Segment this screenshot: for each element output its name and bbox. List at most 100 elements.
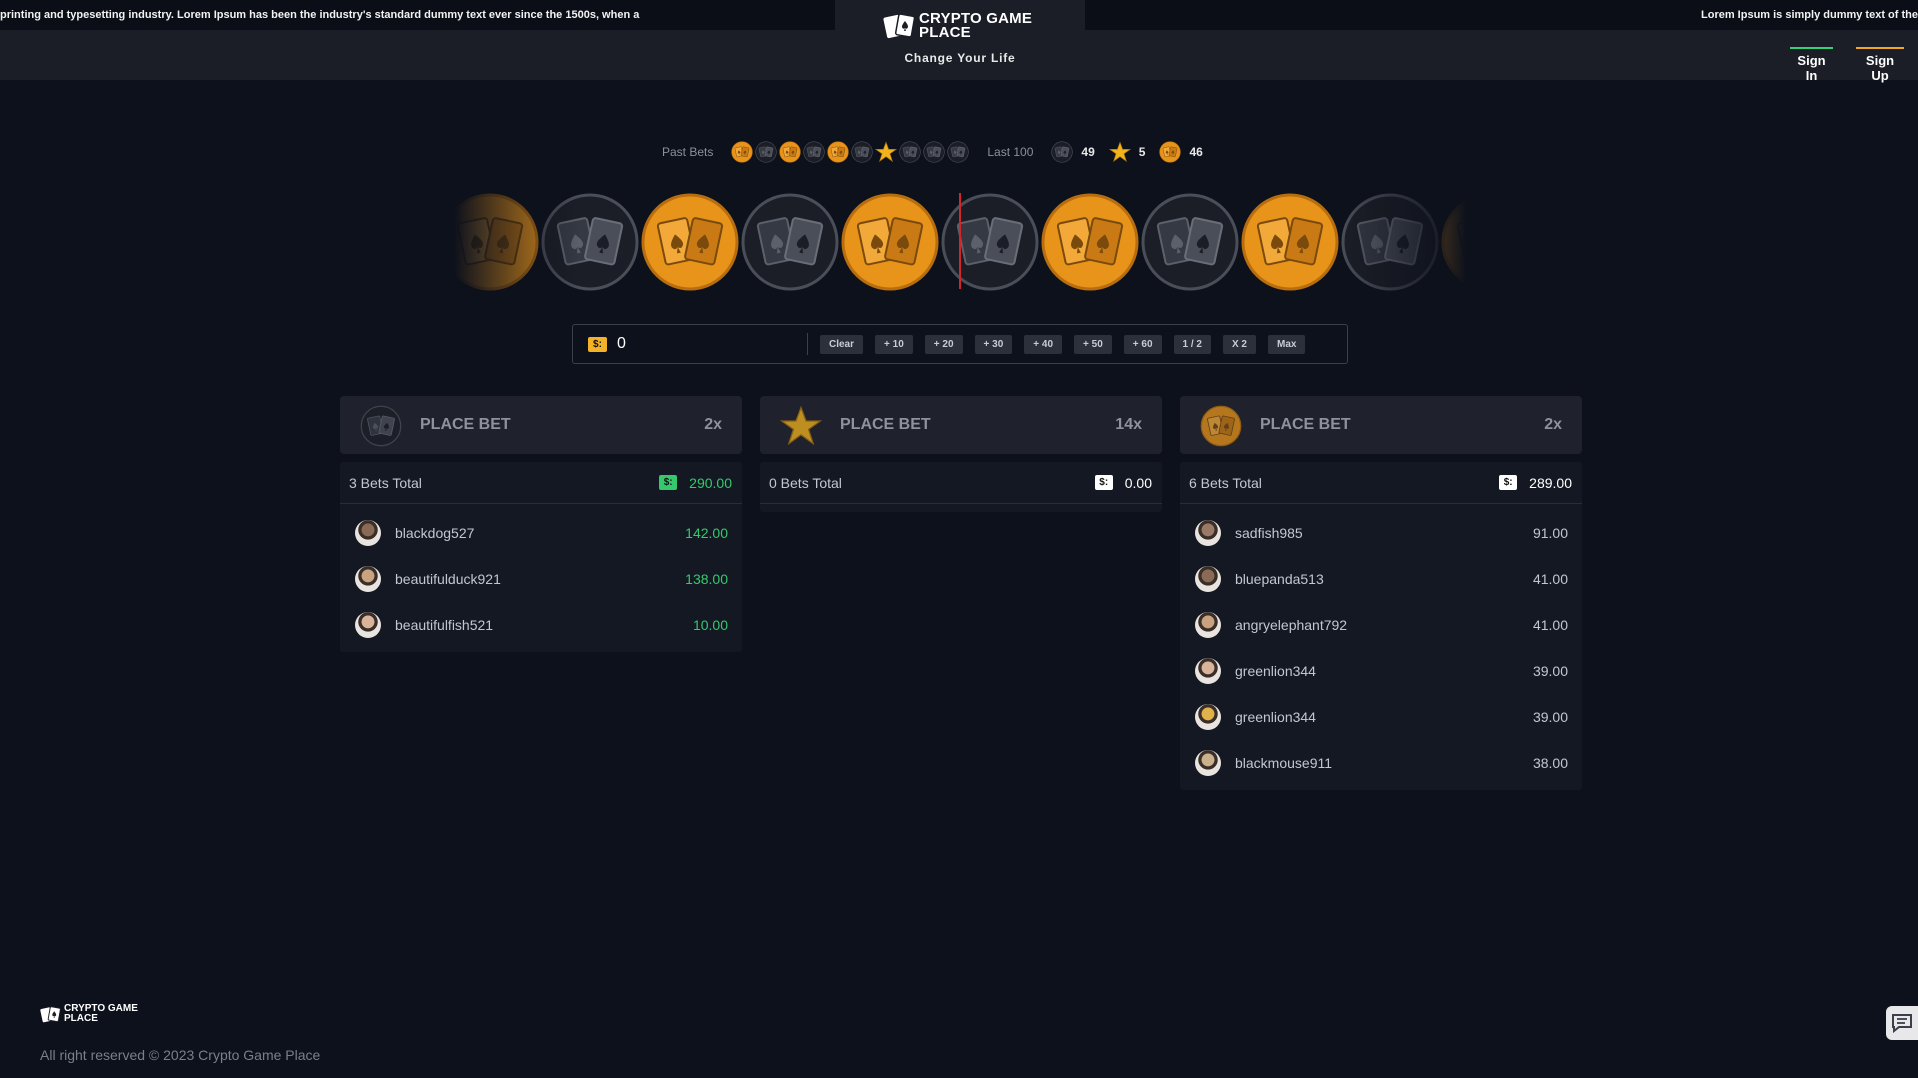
quick-amount-button[interactable]: + 30 — [974, 334, 1013, 354]
bet-row: sadfish985 91.00 — [1180, 510, 1582, 556]
dark-cards-icon — [360, 405, 402, 447]
dark-cards-icon — [947, 141, 969, 163]
gold-cards-icon — [1200, 405, 1242, 447]
bets-list: 3 Bets Total $: 290.00 blackdog527 142.00 bea… — [340, 462, 742, 652]
avatar — [355, 612, 381, 638]
gold-cards-icon — [779, 141, 801, 163]
gold-cards-coin — [440, 192, 540, 292]
star-icon — [780, 405, 822, 447]
quick-amount-button[interactable]: Max — [1268, 334, 1306, 354]
dark-count: 49 — [1081, 145, 1095, 159]
bets-total-row: 0 Bets Total $: 0.00 — [760, 462, 1162, 504]
bet-row: blackmouse911 38.00 — [1180, 740, 1582, 786]
currency-icon: $: — [659, 475, 678, 490]
bet-row: angryelephant792 41.00 — [1180, 602, 1582, 648]
gold-cards-icon — [827, 141, 849, 163]
currency-icon: $: — [1499, 475, 1518, 490]
gold-count: 46 — [1189, 145, 1203, 159]
bets-total-row: 6 Bets Total $: 289.00 — [1180, 462, 1582, 504]
place-bet-button[interactable]: PLACE BET 2x — [1180, 396, 1582, 454]
bet-amount: 138.00 — [685, 571, 728, 587]
place-bet-button[interactable]: PLACE BET 2x — [340, 396, 742, 454]
bet-amount: 10.00 — [692, 617, 728, 633]
bets-list: 6 Bets Total $: 289.00 sadfish985 91.00 bluep… — [1180, 462, 1582, 790]
dark-cards-coin — [540, 192, 640, 292]
dark-cards-coin — [1140, 192, 1240, 292]
quick-amount-button[interactable]: + 20 — [924, 334, 963, 354]
bet-amount: 38.00 — [1532, 755, 1568, 771]
quick-amount-buttons: Clear + 10 + 20 + 30 + 40 + 50 + 60 1 / 2 X 2 Max — [820, 334, 1317, 354]
gold-cards-icon — [731, 141, 753, 163]
gold-cards-coin — [1440, 192, 1480, 292]
avatar — [1195, 566, 1221, 592]
place-bet-label: PLACE BET — [840, 416, 931, 433]
multiplier: 2x — [704, 416, 722, 433]
bet-panel: PLACE BET 2x 6 Bets Total $: 289.00 sadfish98… — [1180, 396, 1582, 790]
gold-cards-coin — [1040, 192, 1140, 292]
dark-cards-coin — [1340, 192, 1440, 292]
username: blackdog527 — [395, 525, 475, 541]
place-bet-label: PLACE BET — [420, 416, 511, 433]
bets-total-label: 0 Bets Total — [769, 474, 842, 491]
quick-amount-button[interactable]: + 40 — [1024, 334, 1063, 354]
brand-logo: CRYPTO GAME PLACE — [883, 10, 1049, 41]
divider — [807, 333, 808, 355]
dark-cards-icon — [851, 141, 873, 163]
bets-total-amount: 290.00 — [689, 474, 732, 491]
bets-list: 0 Bets Total $: 0.00 — [760, 462, 1162, 512]
multiplier: 2x — [1544, 416, 1562, 433]
quick-amount-button[interactable]: + 60 — [1123, 334, 1162, 354]
bet-panel: PLACE BET 14x 0 Bets Total $: 0.00 — [760, 396, 1162, 512]
bet-amount: 39.00 — [1532, 663, 1568, 679]
brand-name: CRYPTO GAME PLACE — [919, 10, 1033, 41]
bet-row: blackdog527 142.00 — [340, 510, 742, 556]
multiplier: 14x — [1115, 416, 1142, 433]
avatar — [355, 520, 381, 546]
quick-amount-button[interactable]: X 2 — [1222, 334, 1256, 354]
currency-icon: $: — [588, 336, 607, 352]
past-results-list — [731, 141, 971, 163]
brand-tab[interactable]: CRYPTO GAME PLACE Change Your Life — [835, 0, 1085, 80]
chat-button[interactable] — [1886, 1006, 1918, 1040]
avatar — [355, 566, 381, 592]
bet-amount-bar: $: Clear + 10 + 20 + 30 + 40 + 50 + 60 1 / 2 X 2… — [572, 324, 1348, 364]
quick-amount-button[interactable]: 1 / 2 — [1173, 334, 1211, 354]
past-bets-label: Past Bets — [662, 145, 714, 159]
copyright-text: All right reserved © 2023 Crypto Game Pl… — [40, 1047, 321, 1063]
playing-cards-icon — [40, 1005, 62, 1024]
bet-amount-input[interactable] — [617, 335, 807, 353]
footer-brand-name: CRYPTO GAME PLACE — [64, 1003, 138, 1024]
avatar — [1195, 750, 1221, 776]
avatar — [1195, 658, 1221, 684]
bet-amount: 41.00 — [1532, 571, 1568, 587]
bet-row: beautifulduck921 138.00 — [340, 556, 742, 602]
sign-in-link[interactable]: Sign In — [1790, 47, 1833, 83]
avatar — [1195, 704, 1221, 730]
gold-cards-coin — [1240, 192, 1340, 292]
bets-total-amount: 289.00 — [1529, 474, 1572, 491]
bet-row: greenlion344 39.00 — [1180, 648, 1582, 694]
bet-amount: 91.00 — [1532, 525, 1568, 541]
username: bluepanda513 — [1235, 571, 1324, 587]
quick-amount-button[interactable]: + 50 — [1074, 334, 1112, 354]
sign-up-link[interactable]: Sign Up — [1856, 47, 1904, 83]
username: blackmouse911 — [1235, 755, 1333, 771]
dark-cards-icon — [923, 141, 945, 163]
quick-amount-button[interactable]: + 10 — [875, 334, 913, 354]
dark-cards-icon — [1051, 141, 1073, 163]
dark-cards-icon — [755, 141, 777, 163]
gold-cards-coin — [640, 192, 740, 292]
bets-total-row: 3 Bets Total $: 290.00 — [340, 462, 742, 504]
quick-amount-button[interactable]: Clear — [820, 334, 864, 354]
bets-total-label: 3 Bets Total — [349, 474, 422, 491]
bet-amount: 142.00 — [685, 525, 728, 541]
gold-cards-coin — [840, 192, 940, 292]
avatar — [1195, 612, 1221, 638]
currency-icon: $: — [1094, 475, 1113, 490]
past-bets-row: Past Bets Last 100 49 5 46 — [662, 140, 1217, 164]
footer-logo[interactable]: CRYPTO GAME PLACE — [40, 1004, 154, 1024]
dark-cards-coin — [740, 192, 840, 292]
username: greenlion344 — [1235, 663, 1316, 679]
chat-icon — [1892, 1014, 1912, 1033]
place-bet-button[interactable]: PLACE BET 14x — [760, 396, 1162, 454]
